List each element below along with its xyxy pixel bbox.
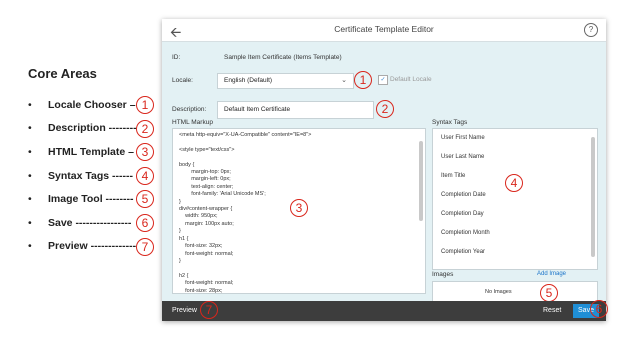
syntax-tags-label: Syntax Tags bbox=[432, 119, 468, 126]
default-locale-label: Default Locale bbox=[390, 76, 432, 83]
legend-label: Description -------- bbox=[48, 122, 137, 135]
marker-images: 5 bbox=[540, 284, 558, 302]
marker-circle: 6 bbox=[136, 213, 154, 232]
tags-scrollbar[interactable] bbox=[591, 137, 595, 257]
page-title: Certificate Template Editor bbox=[334, 24, 434, 34]
marker-html: 3 bbox=[290, 199, 308, 217]
marker-description: 2 bbox=[376, 100, 394, 118]
marker-circle: 5 bbox=[136, 190, 154, 209]
no-images-text: No Images bbox=[485, 289, 512, 295]
syntax-tag[interactable]: Completion Year bbox=[433, 243, 597, 262]
marker-tags: 4 bbox=[505, 174, 523, 192]
marker-locale: 1 bbox=[354, 71, 372, 89]
title-bar: 🡨 Certificate Template Editor ? bbox=[162, 19, 606, 42]
add-image-link[interactable]: Add Image bbox=[537, 271, 566, 277]
bullet: • bbox=[28, 169, 32, 182]
legend-item-syntax-tags: • Syntax Tags ------ 4 bbox=[28, 164, 154, 188]
chevron-down-icon: ⌄ bbox=[341, 77, 347, 84]
id-value: Sample Item Certificate (Items Template) bbox=[224, 54, 342, 61]
legend-label: Locale Chooser – bbox=[48, 98, 136, 111]
legend-label: Image Tool -------- bbox=[48, 193, 134, 206]
description-field[interactable]: Default Item Certificate bbox=[217, 101, 374, 119]
bullet: • bbox=[28, 193, 32, 206]
question-icon[interactable]: ? bbox=[584, 23, 598, 37]
legend-item-preview: • Preview ------------- 7 bbox=[28, 235, 154, 259]
legend-label: Syntax Tags ------ bbox=[48, 169, 133, 182]
legend-label: Preview ------------- bbox=[48, 240, 137, 253]
syntax-tag[interactable]: User Last Name bbox=[433, 148, 597, 167]
certificate-editor-window: 🡨 Certificate Template Editor ? ID: Samp… bbox=[162, 19, 606, 321]
html-markup-label: HTML Markup bbox=[172, 119, 213, 126]
legend-label: HTML Template – bbox=[48, 145, 134, 158]
reset-button[interactable]: Reset bbox=[543, 307, 561, 314]
images-label: Images bbox=[432, 271, 454, 278]
footer-bar: Preview 7 Reset Save bbox=[162, 301, 606, 321]
locale-label: Locale: bbox=[172, 77, 193, 84]
marker-preview: 7 bbox=[200, 301, 218, 319]
locale-value: English (Default) bbox=[224, 77, 273, 84]
description-label: Description: bbox=[172, 106, 207, 113]
syntax-tag[interactable]: User First Name bbox=[433, 129, 597, 148]
bullet: • bbox=[28, 216, 32, 229]
code-scrollbar[interactable] bbox=[419, 141, 423, 221]
legend-item-save: • Save ---------------- 6 bbox=[28, 211, 154, 235]
marker-circle: 1 bbox=[136, 96, 154, 114]
legend-item-image-tool: • Image Tool -------- 5 bbox=[28, 187, 154, 211]
check-icon: ✓ bbox=[380, 77, 386, 83]
marker-save: 6 bbox=[590, 300, 608, 318]
syntax-tag[interactable]: Completion Month bbox=[433, 224, 597, 243]
marker-circle: 4 bbox=[136, 166, 154, 185]
id-label: ID: bbox=[172, 54, 181, 61]
legend-item-locale: • Locale Chooser –1 bbox=[28, 93, 154, 117]
marker-circle: 7 bbox=[136, 237, 154, 256]
bullet: • bbox=[28, 122, 32, 135]
legend-label: Save ---------------- bbox=[48, 216, 132, 229]
locale-select[interactable]: English (Default) ⌄ bbox=[217, 73, 354, 89]
preview-button[interactable]: Preview bbox=[172, 307, 197, 314]
marker-circle: 2 bbox=[136, 119, 154, 138]
default-locale-checkbox[interactable]: ✓ bbox=[378, 75, 388, 85]
syntax-tag[interactable]: Completion Day bbox=[433, 205, 597, 224]
legend-list: • Locale Chooser –1 • Description --------… bbox=[28, 93, 154, 259]
bullet: • bbox=[28, 98, 32, 111]
bullet: • bbox=[28, 145, 32, 158]
legend-item-html-template: • HTML Template –3 bbox=[28, 140, 154, 164]
bullet: • bbox=[28, 240, 32, 253]
legend-item-description: • Description -------- 2 bbox=[28, 117, 154, 141]
legend-title: Core Areas bbox=[28, 66, 97, 81]
syntax-tags-list: User First Name User Last Name Item Titl… bbox=[432, 128, 598, 270]
description-value: Default Item Certificate bbox=[224, 106, 291, 113]
marker-circle: 3 bbox=[136, 143, 154, 162]
